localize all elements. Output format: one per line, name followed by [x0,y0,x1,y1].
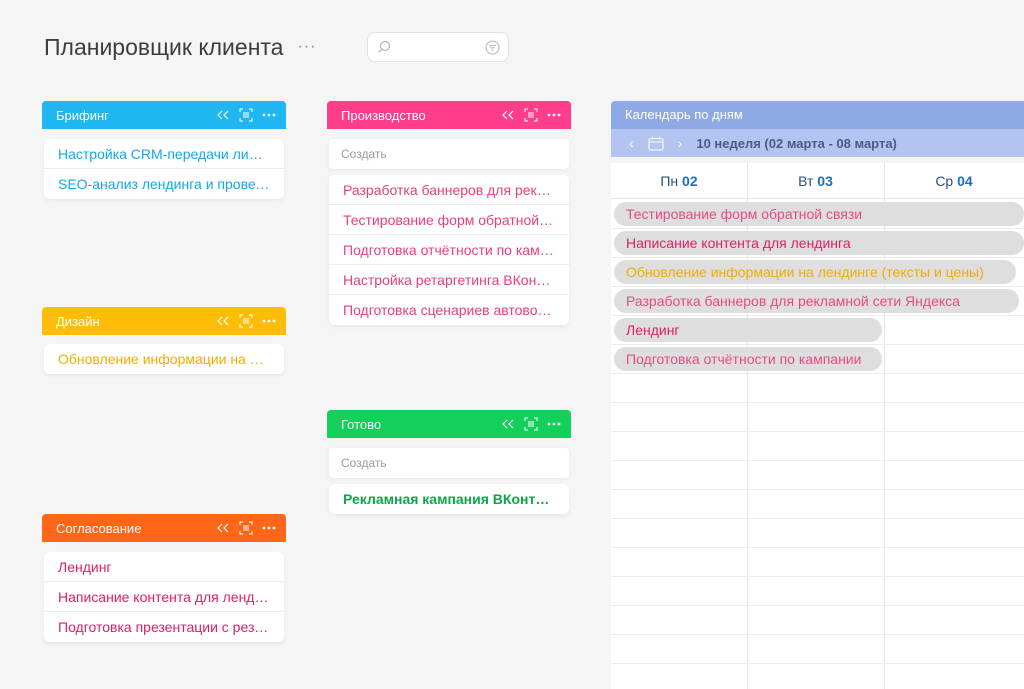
calendar-title: Календарь по дням [611,101,1024,129]
card[interactable]: Подготовка отчётности по кампании [329,235,569,265]
calendar-event[interactable]: Написание контента для лендинга [614,231,1024,255]
scan-icon[interactable] [239,521,253,535]
card[interactable]: Лендинг [44,552,284,582]
card[interactable]: Подготовка сценариев автоворонки [329,295,569,325]
scan-icon[interactable] [239,108,253,122]
grid-line [611,547,1024,548]
calendar-nav: ‹ › 10 неделя (02 марта - 08 марта) [611,129,1024,157]
more-dots-icon[interactable] [547,113,561,117]
collapse-icon[interactable] [216,523,230,533]
grid-line [611,431,1024,432]
create-card-input[interactable]: Создать [329,139,569,169]
collapse-icon[interactable] [216,316,230,326]
column-design: Дизайн Обновление информации на лендинге [42,307,286,374]
card[interactable]: Тестирование форм обратной связи [329,205,569,235]
column-title: Дизайн [56,313,100,329]
scan-icon[interactable] [524,108,538,122]
column-header: Согласование [42,514,286,542]
day-calendar: Календарь по дням ‹ › 10 неделя (02 март… [611,101,1024,689]
day-header: Пн 02 [611,163,747,199]
grid-line [611,228,1024,229]
column-title: Производство [341,107,426,123]
column-briefing: Брифинг Настройка CRM-передачи лидов SEO-… [42,101,286,199]
week-label: 10 неделя (02 марта - 08 марта) [696,135,897,151]
collapse-icon[interactable] [501,419,515,429]
card[interactable]: Разработка баннеров для рекламной сети [329,175,569,205]
card[interactable]: Настройка ретаргетинга ВКонтакте [329,265,569,295]
more-dots-icon[interactable] [262,113,276,117]
card[interactable]: Написание контента для лендинга [44,582,284,612]
card[interactable]: Рекламная кампания ВКонтакте [329,484,569,514]
column-title: Готово [341,416,382,432]
grid-line [611,257,1024,258]
column-header: Готово [327,410,571,438]
page-title: Планировщик клиента [44,33,284,60]
calendar-event[interactable]: Разработка баннеров для рекламной сети Я… [614,289,1019,313]
column-approval: Согласование Лендинг Написание контента д… [42,514,286,642]
grid-line [611,373,1024,374]
calendar-event[interactable]: Обновление информации на лендинге (текст… [614,260,1016,284]
column-production: Производство Создать Разработка баннеров… [327,101,571,325]
grid-line [611,663,1024,664]
grid-line [611,460,1024,461]
filter-icon[interactable] [485,40,500,55]
column-header: Дизайн [42,307,286,335]
more-icon[interactable]: ··· [297,38,316,56]
grid-line [611,315,1024,316]
search-input[interactable] [367,32,509,62]
calendar-event[interactable]: Тестирование форм обратной связи [614,202,1024,226]
grid-line [611,634,1024,635]
calendar-event[interactable]: Подготовка отчётности по кампании [614,347,882,371]
card[interactable]: SEO-анализ лендинга и проведение [44,169,284,199]
title-bar: Планировщик клиента ··· [44,30,316,64]
next-week-button[interactable]: › [678,135,683,151]
column-title: Брифинг [56,107,109,123]
collapse-icon[interactable] [216,110,230,120]
calendar-event[interactable]: Лендинг [614,318,882,342]
column-done: Готово Создать Рекламная кампания ВКонта… [327,410,571,514]
more-dots-icon[interactable] [262,319,276,323]
scan-icon[interactable] [524,417,538,431]
card[interactable]: Настройка CRM-передачи лидов [44,139,284,169]
column-header: Производство [327,101,571,129]
grid-line [611,344,1024,345]
grid-line [611,605,1024,606]
prev-week-button[interactable]: ‹ [629,135,634,151]
collapse-icon[interactable] [501,110,515,120]
scan-icon[interactable] [239,314,253,328]
search-icon [378,40,391,53]
calendar-grid: Пн 02 Вт 03 Ср 04 Тестирование форм обратно… [611,163,1024,689]
grid-line [611,402,1024,403]
grid-line [611,576,1024,577]
more-dots-icon[interactable] [547,422,561,426]
column-title: Согласование [56,520,142,536]
column-header: Брифинг [42,101,286,129]
create-card-input[interactable]: Создать [329,448,569,478]
grid-line [611,286,1024,287]
card[interactable]: Обновление информации на лендинге [44,344,284,374]
card[interactable]: Подготовка презентации с результатами [44,612,284,642]
grid-line [611,518,1024,519]
day-header: Вт 03 [747,163,884,199]
day-header: Ср 04 [884,163,1024,199]
calendar-icon[interactable] [648,136,664,151]
grid-line [611,489,1024,490]
more-dots-icon[interactable] [262,526,276,530]
